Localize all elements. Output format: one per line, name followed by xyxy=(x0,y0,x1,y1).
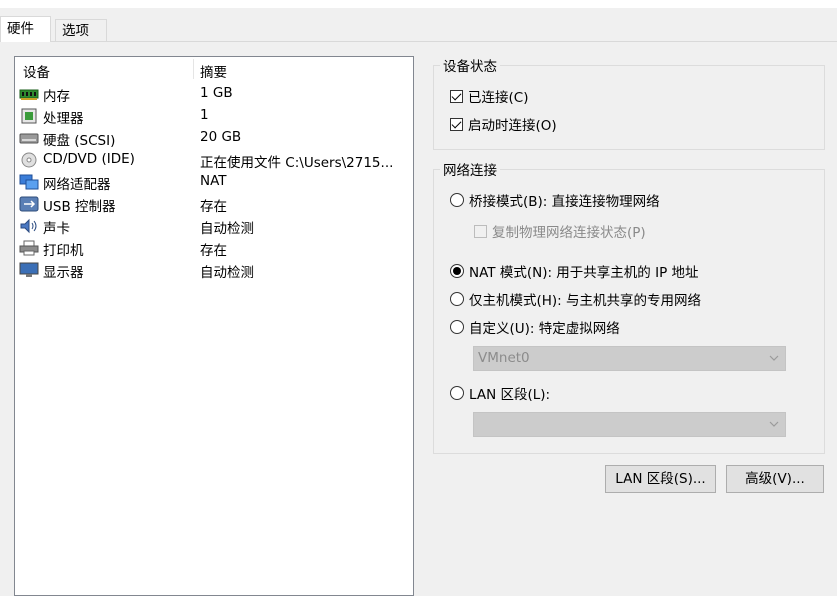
device-row-cd-dvd[interactable]: CD/DVD (IDE) 正在使用文件 C:\Users\2715... xyxy=(15,149,413,171)
device-name: USB 控制器 xyxy=(43,199,116,215)
device-list-header: 设备 摘要 xyxy=(15,57,413,81)
custom-radio[interactable]: 自定义(U): 特定虚拟网络 xyxy=(450,317,620,337)
column-header-device[interactable]: 设备 xyxy=(23,61,50,81)
custom-network-select: VMnet0 xyxy=(473,346,786,371)
device-list[interactable]: 设备 摘要 内存 1 GB 处理器 1 硬盘 (SCSI) 20 GB CD/D… xyxy=(14,56,414,596)
device-name: 处理器 xyxy=(43,111,84,127)
device-row-display[interactable]: 显示器 自动检测 xyxy=(15,259,413,281)
lan-segment-radio[interactable]: LAN 区段(L): xyxy=(450,383,550,403)
display-icon xyxy=(19,262,39,278)
bridged-label: 桥接模式(B): 直接连接物理网络 xyxy=(469,194,660,210)
host-only-radio[interactable]: 仅主机模式(H): 与主机共享的专用网络 xyxy=(450,289,701,309)
connected-checkbox[interactable]: 已连接(C) xyxy=(450,86,528,106)
device-summary: 存在 xyxy=(200,243,227,259)
replicate-state-checkbox: 复制物理网络连接状态(P) xyxy=(474,221,646,241)
network-connection-group: 网络连接 桥接模式(B): 直接连接物理网络 复制物理网络连接状态(P) NAT… xyxy=(433,159,825,454)
cd-dvd-icon xyxy=(19,152,39,168)
checkbox-box[interactable] xyxy=(450,89,463,103)
device-name: CD/DVD (IDE) xyxy=(43,151,135,167)
device-summary: 存在 xyxy=(200,199,227,215)
column-header-summary[interactable]: 摘要 xyxy=(200,61,227,81)
device-summary: 1 GB xyxy=(200,85,233,101)
chevron-down-icon xyxy=(769,351,779,361)
device-row-hard-disk[interactable]: 硬盘 (SCSI) 20 GB xyxy=(15,127,413,149)
connect-at-power-on-checkbox[interactable]: 启动时连接(O) xyxy=(450,114,557,134)
device-row-usb-controller[interactable]: USB 控制器 存在 xyxy=(15,193,413,215)
device-name: 硬盘 (SCSI) xyxy=(43,133,116,149)
nat-label: NAT 模式(N): 用于共享主机的 IP 地址 xyxy=(469,265,699,281)
usb-icon xyxy=(19,196,39,212)
device-summary: 1 xyxy=(200,107,209,123)
checkbox-box[interactable] xyxy=(450,117,463,131)
memory-icon xyxy=(19,86,39,102)
replicate-state-label: 复制物理网络连接状态(P) xyxy=(492,225,646,241)
device-name: 打印机 xyxy=(43,243,84,259)
device-row-network-adapter[interactable]: 网络适配器 NAT xyxy=(15,171,413,193)
tab-hardware[interactable]: 硬件 xyxy=(0,16,51,42)
device-status-group: 设备状态 已连接(C) 启动时连接(O) xyxy=(433,55,825,150)
lan-segments-button[interactable]: LAN 区段(S)... xyxy=(605,465,716,493)
nat-radio[interactable]: NAT 模式(N): 用于共享主机的 IP 地址 xyxy=(450,261,699,281)
network-adapter-icon xyxy=(19,174,39,190)
radio-circle[interactable] xyxy=(450,264,464,278)
device-summary: 自动检测 xyxy=(200,221,254,237)
advanced-button[interactable]: 高级(V)... xyxy=(726,465,824,493)
radio-circle[interactable] xyxy=(450,292,464,306)
device-summary: 20 GB xyxy=(200,129,242,145)
host-only-label: 仅主机模式(H): 与主机共享的专用网络 xyxy=(469,293,702,309)
radio-circle[interactable] xyxy=(450,320,464,334)
tab-divider xyxy=(0,41,837,42)
device-row-printer[interactable]: 打印机 存在 xyxy=(15,237,413,259)
device-name: 声卡 xyxy=(43,221,70,237)
device-status-title: 设备状态 xyxy=(440,55,500,75)
device-row-processor[interactable]: 处理器 1 xyxy=(15,105,413,127)
device-name: 网络适配器 xyxy=(43,177,111,193)
lan-segment-label: LAN 区段(L): xyxy=(469,387,551,403)
network-connection-title: 网络连接 xyxy=(440,159,500,179)
column-separator[interactable] xyxy=(193,59,194,79)
lan-segment-select xyxy=(473,412,786,437)
device-name: 内存 xyxy=(43,89,70,105)
custom-network-value: VMnet0 xyxy=(478,350,530,366)
radio-circle[interactable] xyxy=(450,386,464,400)
checkbox-box xyxy=(474,224,487,238)
bridged-radio[interactable]: 桥接模式(B): 直接连接物理网络 xyxy=(450,190,660,210)
processor-icon xyxy=(19,108,39,124)
window-top-strip xyxy=(0,0,837,8)
custom-label: 自定义(U): 特定虚拟网络 xyxy=(469,321,620,337)
hard-disk-icon xyxy=(19,130,39,146)
device-summary: NAT xyxy=(200,173,227,189)
sound-card-icon xyxy=(19,218,39,234)
printer-icon xyxy=(19,240,39,256)
tab-options[interactable]: 选项 xyxy=(55,19,107,42)
device-summary: 自动检测 xyxy=(200,265,254,281)
radio-circle[interactable] xyxy=(450,193,464,207)
connect-at-power-on-label: 启动时连接(O) xyxy=(468,118,557,134)
device-summary: 正在使用文件 C:\Users\2715... xyxy=(200,155,394,171)
device-row-sound-card[interactable]: 声卡 自动检测 xyxy=(15,215,413,237)
device-name: 显示器 xyxy=(43,265,84,281)
connected-label: 已连接(C) xyxy=(468,90,529,106)
chevron-down-icon xyxy=(769,417,779,427)
device-row-memory[interactable]: 内存 1 GB xyxy=(15,83,413,105)
